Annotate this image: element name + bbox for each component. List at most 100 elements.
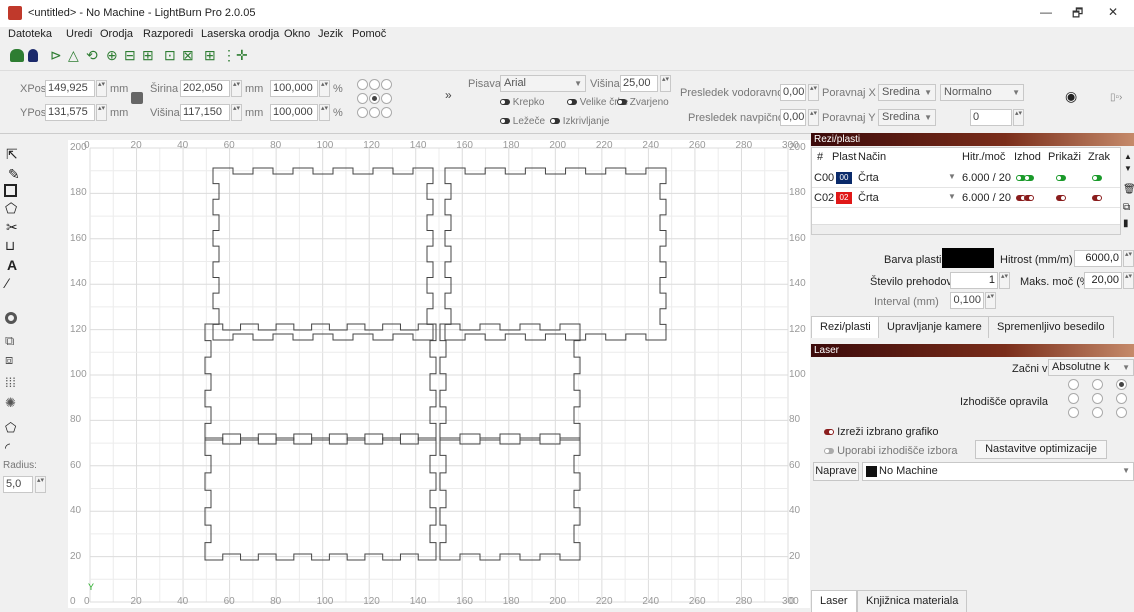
- scissors-icon[interactable]: ✂: [6, 219, 18, 236]
- mode-dropdown-icon[interactable]: ▼: [948, 172, 956, 181]
- normalno-select[interactable]: Normalno ▼: [940, 84, 1024, 101]
- move-down-icon[interactable]: ▼: [1124, 164, 1132, 173]
- target-icon[interactable]: ⊕: [106, 47, 118, 64]
- poravnaj-y-select[interactable]: Sredina ▼: [878, 109, 936, 126]
- ypos-input[interactable]: 131,575: [45, 104, 95, 121]
- users-icon[interactable]: [10, 49, 24, 62]
- measure-icon[interactable]: ⊔: [5, 238, 15, 254]
- naprave-button[interactable]: Naprave: [813, 462, 859, 481]
- prehodi-input[interactable]: 1: [950, 272, 998, 289]
- move-up-icon[interactable]: ▲: [1124, 152, 1132, 161]
- layer-color-swatch[interactable]: [942, 248, 994, 268]
- rectangle-tool-icon[interactable]: [4, 184, 17, 197]
- box-panel[interactable]: [204, 437, 437, 561]
- circle-tool-icon[interactable]: [5, 312, 17, 324]
- corner-tool-icon[interactable]: ◜: [5, 440, 10, 456]
- select-arrow-icon[interactable]: ⇱: [6, 146, 18, 163]
- zrak-toggle[interactable]: [1092, 192, 1102, 204]
- offset-icon[interactable]: ⧉: [5, 333, 14, 349]
- radius-spinner[interactable]: ▴▾: [35, 476, 46, 493]
- font-select[interactable]: Arial ▼: [500, 75, 586, 92]
- izhod-toggle[interactable]: [1024, 192, 1034, 204]
- presledek-h-spinner[interactable]: ▴▾: [808, 84, 819, 101]
- sirina-input[interactable]: 202,050: [180, 80, 230, 97]
- align-icon[interactable]: ⊟: [124, 47, 136, 64]
- visina-spinner[interactable]: ▴▾: [231, 104, 242, 121]
- sirina-spinner[interactable]: ▴▾: [231, 80, 242, 97]
- box-panel[interactable]: [204, 323, 437, 441]
- triangle-icon[interactable]: △: [68, 47, 79, 64]
- menu-datoteka[interactable]: Datoteka: [8, 28, 52, 40]
- array-icon[interactable]: ⋮: [222, 47, 236, 64]
- box-panel[interactable]: [439, 323, 581, 441]
- maximize-button[interactable]: 🗗: [1072, 4, 1083, 25]
- menu-razporedi[interactable]: Razporedi: [143, 28, 193, 40]
- text-tool-icon[interactable]: A: [7, 257, 17, 273]
- moc-spinner[interactable]: ▴▾: [1123, 272, 1134, 289]
- menu-jezik[interactable]: Jezik: [318, 28, 343, 40]
- poravnaj-x-select[interactable]: Sredina ▼: [878, 84, 936, 101]
- scale-y-input[interactable]: 100,000: [270, 104, 318, 121]
- menu-pomoc[interactable]: Pomoč: [352, 28, 386, 40]
- table-row[interactable]: C00 00 Črta ▼ 6.000 / 20: [812, 168, 1120, 188]
- layer-mode[interactable]: Črta: [858, 172, 879, 184]
- lezece-toggle[interactable]: Ležeče: [500, 116, 545, 127]
- delete-icon[interactable]: 🗑: [1123, 184, 1134, 195]
- circular-array-icon[interactable]: ✺: [5, 395, 16, 411]
- text-height-spinner[interactable]: ▴▾: [660, 75, 671, 92]
- zacni-select[interactable]: Absolutne k ▼: [1048, 359, 1134, 376]
- radius-input[interactable]: 5,0: [3, 476, 33, 493]
- prikazi-toggle[interactable]: [1056, 172, 1066, 184]
- table-hscrollbar[interactable]: [812, 224, 1120, 234]
- ypos-spinner[interactable]: ▴▾: [96, 104, 107, 121]
- interval-spinner[interactable]: ▴▾: [985, 292, 996, 309]
- minimize-button[interactable]: —: [1040, 5, 1052, 19]
- close-button[interactable]: ✕: [1108, 5, 1118, 19]
- odmik-input[interactable]: 0: [970, 109, 1012, 126]
- izrezi-toggle[interactable]: Izreži izbrano grafiko: [824, 426, 939, 438]
- mirror-icon[interactable]: ⊳: [50, 47, 62, 64]
- menu-okno[interactable]: Okno: [284, 28, 310, 40]
- ruler-tool-icon[interactable]: ⁄: [6, 275, 8, 291]
- odmik-spinner[interactable]: ▴▾: [1013, 109, 1024, 126]
- corner-round-icon[interactable]: ⬠: [5, 420, 16, 436]
- more-options-icon[interactable]: ▯▫›: [1110, 92, 1122, 103]
- izhod-toggle[interactable]: [1024, 172, 1034, 184]
- copy-icon[interactable]: ⧉: [1123, 202, 1130, 213]
- nastavitve-button[interactable]: Nastavitve optimizacije: [975, 440, 1107, 459]
- text-height-input[interactable]: 25,00: [620, 75, 658, 92]
- menu-orodja[interactable]: Orodja: [100, 28, 133, 40]
- distribute-icon[interactable]: ⊞: [142, 47, 154, 64]
- tab-upravljanje-kamere[interactable]: Upravljanje kamere: [878, 316, 991, 338]
- box-panel[interactable]: [439, 437, 581, 561]
- grid-array-icon[interactable]: ⁞⁞⁞: [5, 375, 16, 390]
- tab-knjiznica-materiala[interactable]: Knjižnica materiala: [857, 590, 968, 612]
- scale-y-spinner[interactable]: ▴▾: [319, 104, 330, 121]
- group-icon[interactable]: ⊡: [164, 47, 176, 64]
- paste-icon[interactable]: ▮: [1123, 218, 1129, 229]
- user-icon[interactable]: [28, 49, 38, 62]
- tab-laser[interactable]: Laser: [811, 590, 857, 612]
- ungroup-icon[interactable]: ⊠: [182, 47, 194, 64]
- scale-x-input[interactable]: 100,000: [270, 80, 318, 97]
- boolean-icon[interactable]: ⧈: [5, 352, 13, 368]
- mode-dropdown-icon[interactable]: ▼: [948, 192, 956, 201]
- menu-uredi[interactable]: Uredi: [66, 28, 92, 40]
- prehodi-spinner[interactable]: ▴▾: [999, 272, 1010, 289]
- zrak-toggle[interactable]: [1092, 172, 1102, 184]
- grid-icon[interactable]: ⊞: [204, 47, 216, 64]
- flip-icon[interactable]: ⟲: [86, 47, 98, 64]
- zvarjeno-toggle[interactable]: Zvarjeno: [617, 97, 669, 108]
- anchor-grid[interactable]: [357, 79, 393, 121]
- izkrivljanje-toggle[interactable]: Izkrivljanje: [550, 116, 609, 127]
- tab-spremenljivo-besedilo[interactable]: Spremenljivo besedilo: [988, 316, 1114, 338]
- hitrost-spinner[interactable]: ▴▾: [1123, 250, 1134, 267]
- lock-ratio-icon[interactable]: [131, 92, 143, 104]
- visina-input[interactable]: 117,150: [180, 104, 230, 121]
- table-row[interactable]: C02 02 Črta ▼ 6.000 / 20: [812, 188, 1120, 208]
- preview-eye-icon[interactable]: ◉: [1065, 88, 1077, 105]
- hitrost-input[interactable]: 6000,0: [1074, 250, 1122, 267]
- uporabi-toggle[interactable]: Uporabi izhodišče izbora: [824, 445, 958, 457]
- presledek-v-spinner[interactable]: ▴▾: [808, 109, 819, 126]
- design-canvas[interactable]: [68, 140, 810, 608]
